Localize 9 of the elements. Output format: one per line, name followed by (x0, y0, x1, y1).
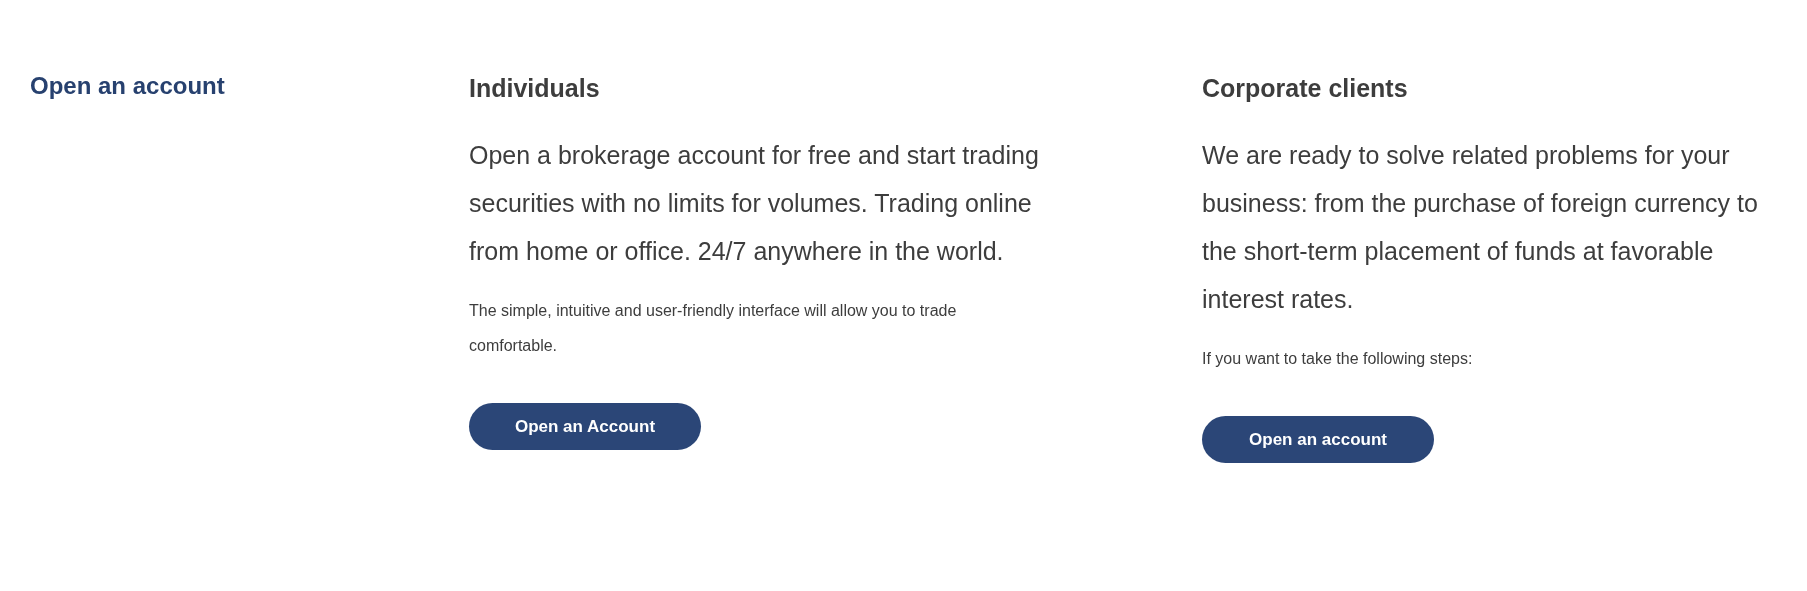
column-title: Corporate clients (1202, 74, 1408, 103)
note-text: If you want to take the following steps: (1202, 349, 1474, 369)
column-title: Individuals (469, 74, 600, 103)
lead-paragraph: Open a brokerage account for free and start trading securities with no limits for volumes. Trading online from home or office. 24/7 anywhere in the world. (469, 140, 1040, 267)
open-account-button[interactable]: Open an account (1202, 416, 1434, 463)
open-account-button[interactable]: Open an Account (469, 403, 701, 450)
lead-paragraph: We are ready to solve related problems for your business: from the purchase of foreign currency to the short-term placement of funds at favorable interest rates. (1202, 140, 1759, 315)
note-text: The simple, intuitive and user-friendly interface will allow you to trade comfortable. (469, 301, 958, 356)
section-title: Open an account (30, 72, 226, 100)
